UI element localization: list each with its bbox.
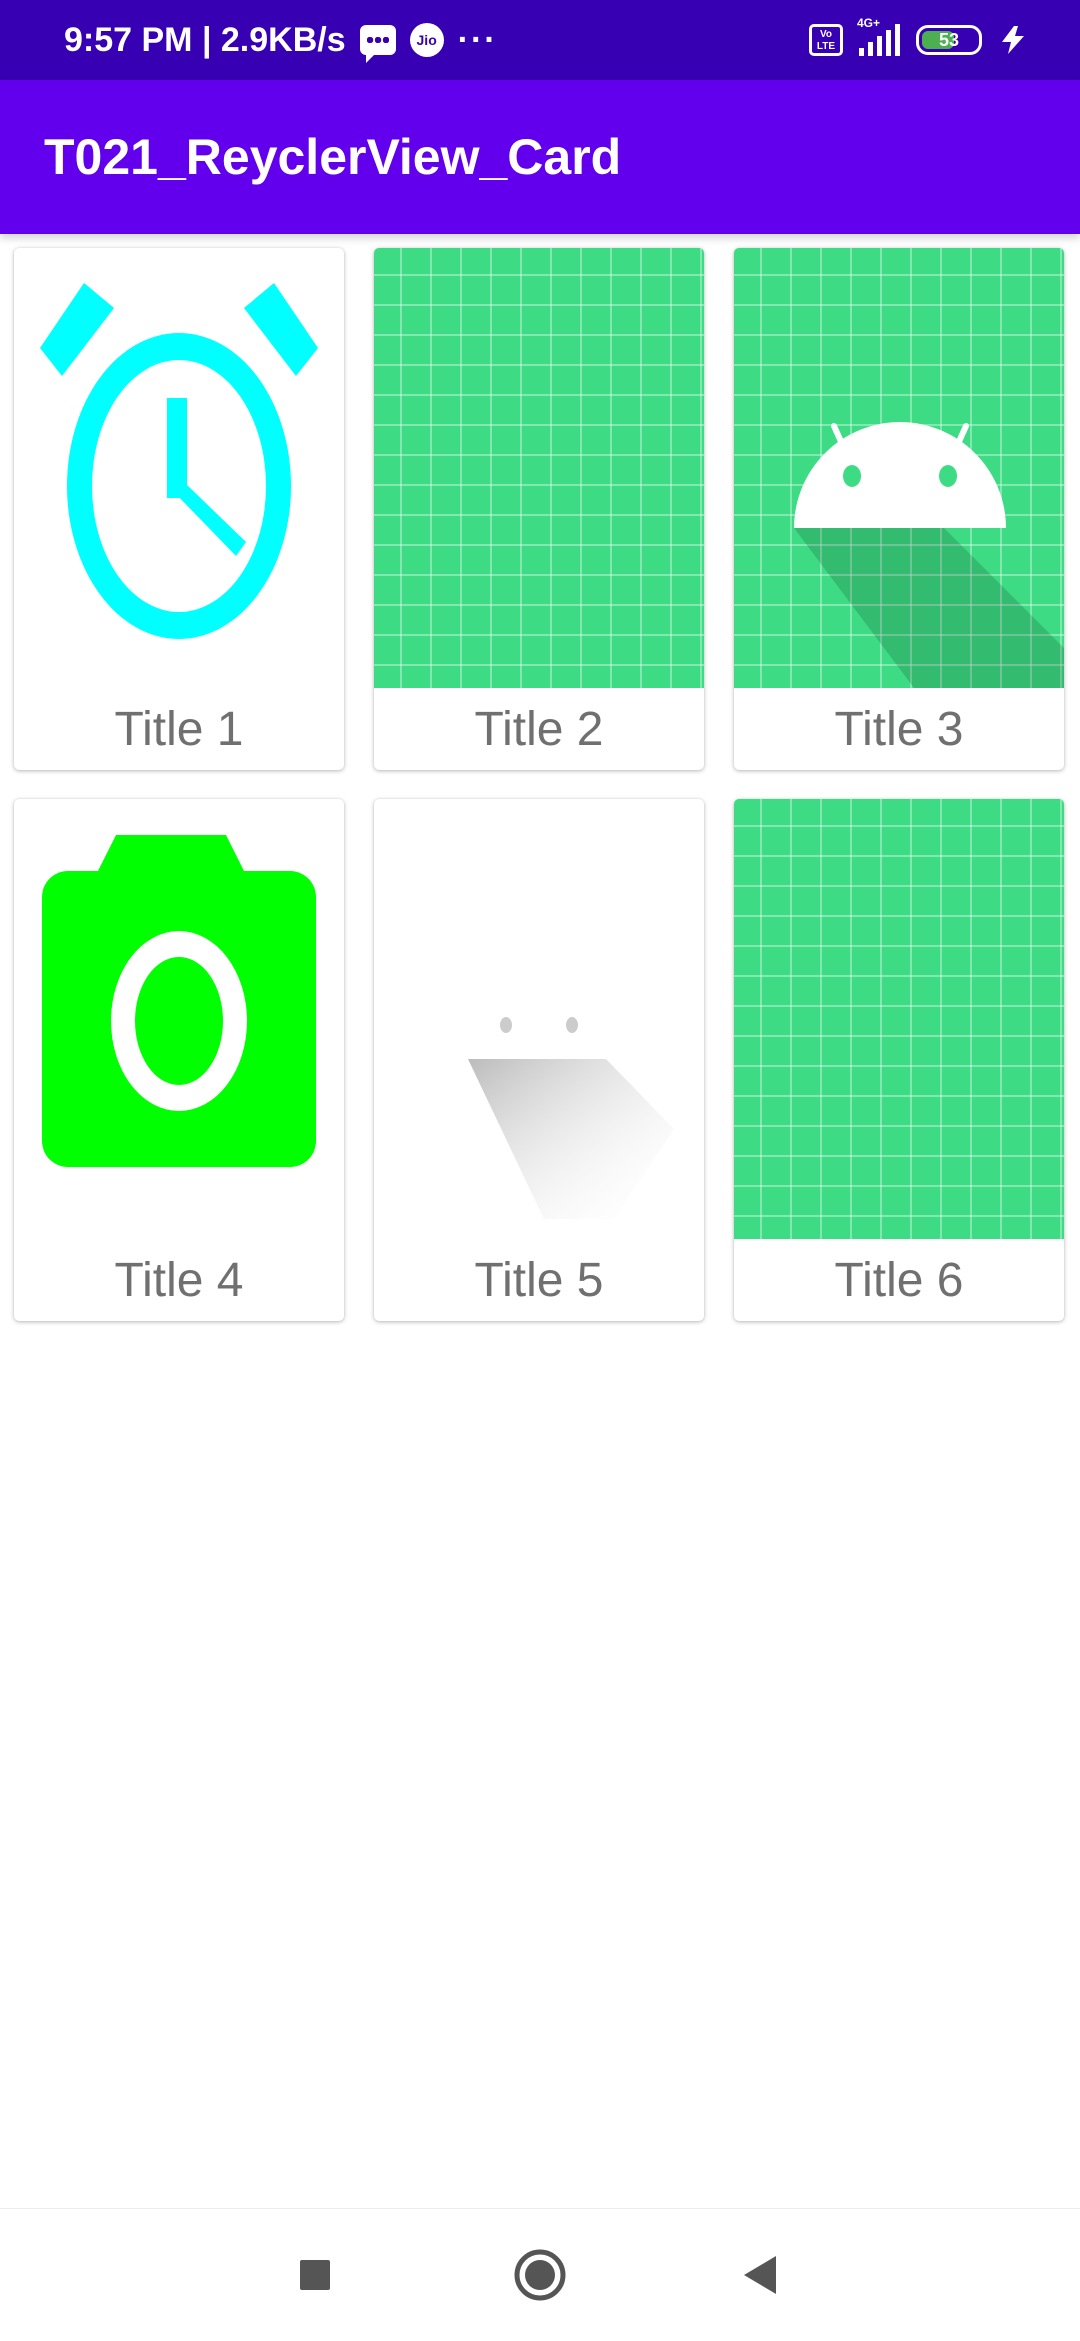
card-title: Title 4 [114,1253,244,1307]
charging-bolt-icon [1002,26,1024,54]
home-icon [514,2249,566,2301]
card-3[interactable]: Title 3 [734,248,1064,770]
card-4[interactable]: Title 4 [14,799,344,1321]
recent-apps-icon [300,2260,330,2290]
battery-level: 53 [938,29,960,50]
network-type: 4G+ [857,16,881,30]
back-icon [744,2256,776,2294]
navigation-bar [0,2208,1080,2341]
app-title: T021_ReyclerView_Card [44,129,622,185]
status-right: Vo LTE 4G+ 53 [809,0,1028,80]
android-foreground-icon [374,799,704,1239]
android-background-grid-image [734,799,1064,1239]
more-notifications-icon: ··· [457,20,498,59]
card-title: Title 6 [834,1253,964,1307]
status-bar: 9:57 PM | 2.9KB/s Jio ··· Vo LTE 4G+ 53 [0,0,1080,80]
volte-icon: Vo LTE [809,24,843,56]
card-title: Title 2 [474,702,604,756]
card-title: Title 5 [474,1253,604,1307]
android-launcher-icon [734,248,1064,688]
back-button[interactable] [700,2209,820,2341]
status-left: 9:57 PM | 2.9KB/s Jio ··· [64,0,498,80]
card-title: Title 1 [114,702,244,756]
card-1[interactable]: Title 1 [14,248,344,770]
android-background-grid-image [374,248,704,688]
alarm-clock-icon [14,248,344,688]
recent-apps-button[interactable] [255,2209,375,2341]
card-title: Title 3 [834,702,964,756]
jio-icon: Jio [409,23,444,57]
app-bar: T021_ReyclerView_Card [0,80,1080,234]
card-2[interactable]: Title 2 [374,248,704,770]
status-time-speed: 9:57 PM | 2.9KB/s [64,20,346,59]
home-button[interactable] [480,2209,600,2341]
battery-icon: 53 [916,25,982,55]
camera-icon [14,799,344,1239]
signal-icon: 4G+ [857,16,900,56]
card-6[interactable]: Title 6 [734,799,1064,1321]
card-5[interactable]: Title 5 [374,799,704,1321]
message-icon [359,25,396,63]
